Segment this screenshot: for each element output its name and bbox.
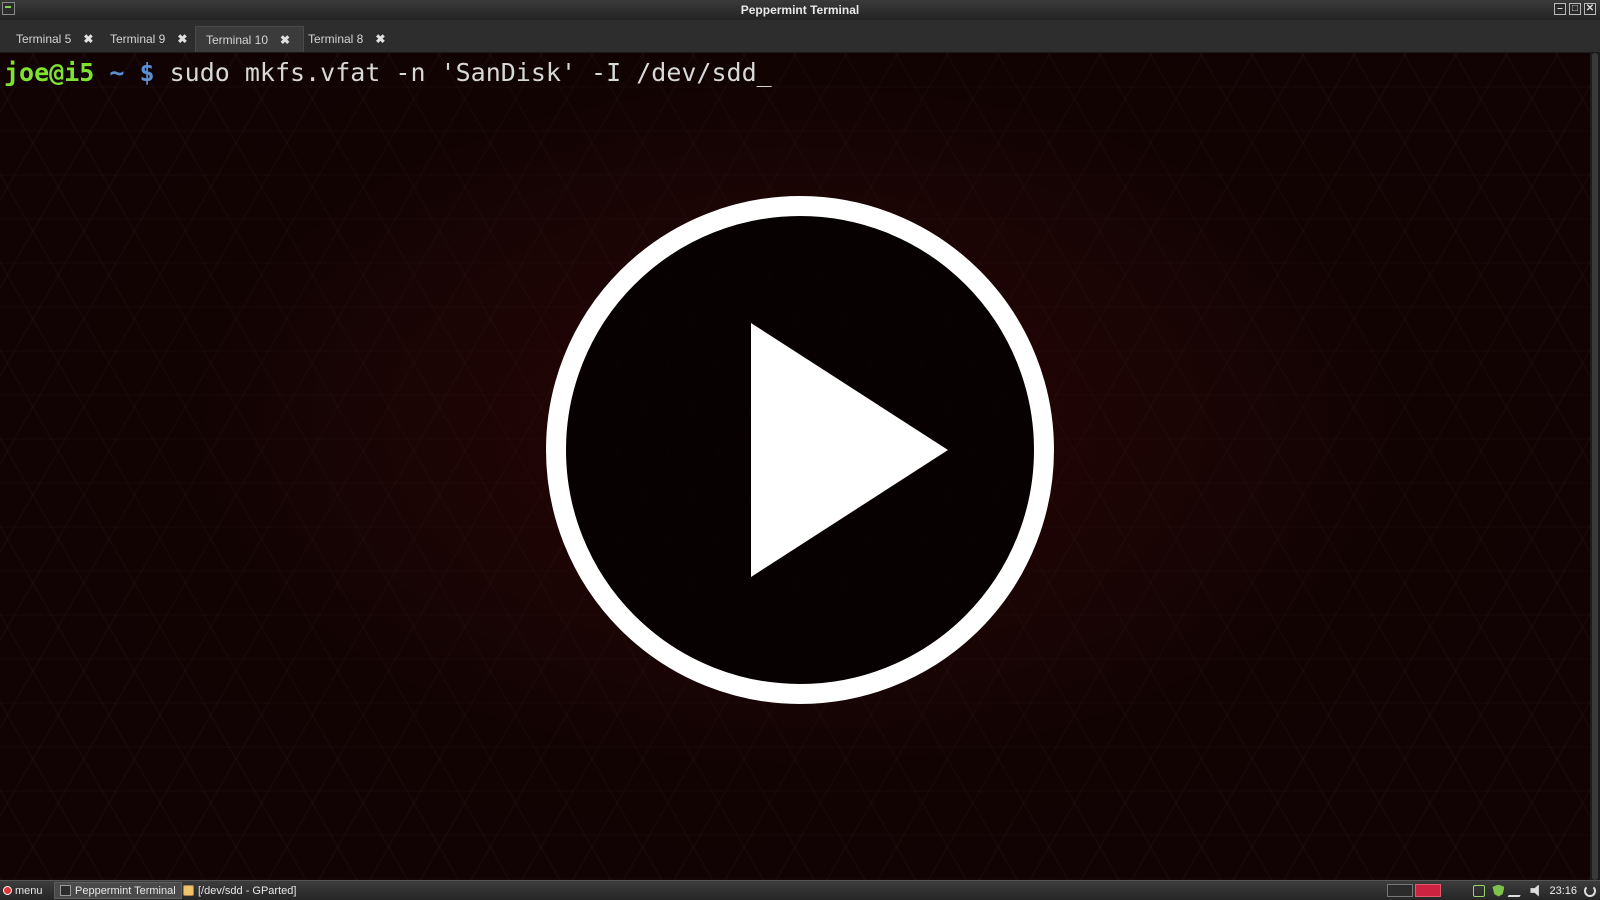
power-icon[interactable] — [1584, 884, 1596, 897]
window-title: Peppermint Terminal — [740, 3, 860, 17]
workspace-switcher — [1387, 884, 1441, 897]
terminal-icon — [60, 885, 71, 896]
taskbar: menu Peppermint Terminal [/dev/sdd - GPa… — [0, 880, 1600, 900]
task-label: [/dev/sdd - GParted] — [198, 884, 297, 897]
system-tray: 23:16 — [1473, 881, 1600, 900]
minimize-button[interactable]: – — [1554, 3, 1566, 15]
task-label: Peppermint Terminal — [75, 884, 176, 897]
prompt-directory: ~ — [109, 58, 125, 87]
volume-icon[interactable] — [1530, 884, 1539, 897]
gparted-icon — [183, 885, 194, 896]
update-shield-icon[interactable] — [1492, 884, 1505, 897]
peppermint-logo-icon — [3, 886, 12, 895]
battery-icon[interactable] — [1473, 884, 1486, 897]
taskbar-item-terminal[interactable]: Peppermint Terminal — [54, 882, 182, 899]
window-titlebar: Peppermint Terminal – □ ✕ — [0, 0, 1600, 20]
tab-label: Terminal 10 — [206, 32, 269, 47]
terminal-scrollbar[interactable] — [1590, 53, 1600, 880]
tab-terminal-5[interactable]: Terminal 5 ✖ — [6, 26, 103, 52]
command-line: joe@i5 ~ $ sudo mkfs.vfat -n 'SanDisk' -… — [4, 57, 772, 89]
window-controls: – □ ✕ — [1554, 3, 1596, 15]
terminal-view[interactable]: joe@i5 ~ $ sudo mkfs.vfat -n 'SanDisk' -… — [0, 53, 1590, 880]
play-icon — [751, 323, 948, 577]
prompt-symbol: $ — [139, 58, 155, 87]
clock[interactable]: 23:16 — [1549, 885, 1577, 897]
prompt-user: joe@i5 — [4, 58, 95, 87]
taskbar-item-gparted[interactable]: [/dev/sdd - GParted] — [178, 882, 301, 899]
network-icon[interactable] — [1508, 884, 1527, 897]
maximize-button[interactable]: □ — [1569, 3, 1581, 15]
close-tab-icon[interactable]: ✖ — [375, 32, 385, 46]
play-button[interactable] — [546, 196, 1054, 704]
close-tab-icon[interactable]: ✖ — [177, 32, 187, 46]
tab-label: Terminal 8 — [308, 32, 364, 46]
text-cursor: _ — [756, 58, 772, 87]
menu-label: menu — [15, 884, 43, 897]
tab-bar: Terminal 5 ✖ Terminal 9 ✖ Terminal 10 ✖ … — [0, 20, 1600, 53]
command-text: sudo mkfs.vfat -n 'SanDisk' -I /dev/sdd — [169, 58, 757, 87]
workspace-2[interactable] — [1415, 884, 1441, 897]
tab-terminal-9[interactable]: Terminal 9 ✖ — [100, 26, 197, 52]
workspace-1[interactable] — [1387, 884, 1413, 897]
scrollbar-thumb[interactable] — [1592, 53, 1598, 880]
close-tab-icon[interactable]: ✖ — [280, 33, 290, 47]
tab-label: Terminal 9 — [110, 32, 166, 46]
tab-label: Terminal 5 — [16, 32, 72, 46]
close-window-button[interactable]: ✕ — [1584, 3, 1596, 15]
tab-terminal-8[interactable]: Terminal 8 ✖ — [298, 26, 395, 52]
tab-terminal-10[interactable]: Terminal 10 ✖ — [195, 26, 304, 52]
start-menu-button[interactable]: menu — [0, 881, 52, 900]
close-tab-icon[interactable]: ✖ — [83, 32, 93, 46]
terminal-app-icon[interactable] — [2, 2, 15, 15]
